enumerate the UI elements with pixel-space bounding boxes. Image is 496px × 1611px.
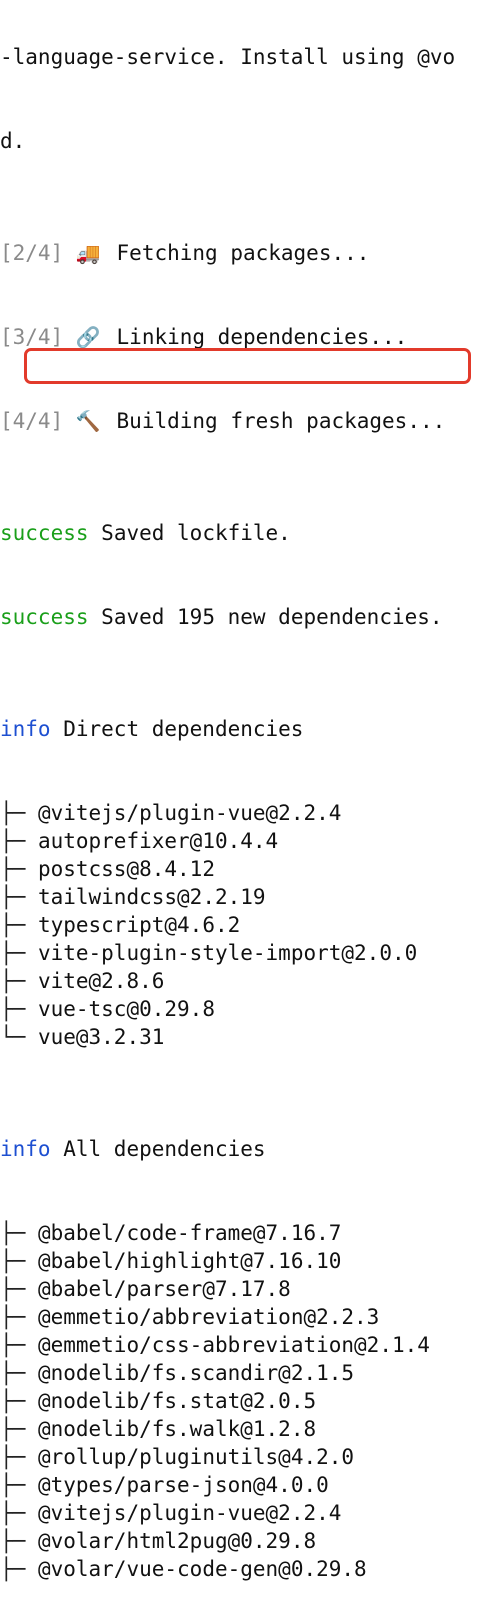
dependency-line: ├─ @nodelib/fs.stat@2.0.5 [0,1387,496,1415]
package-name: @rollup/pluginutils@4.2.0 [37,1445,355,1469]
package-name: @nodelib/fs.walk@1.2.8 [37,1417,317,1441]
tree-branch: ├─ [0,1501,26,1525]
tree-branch: ├─ [0,1529,26,1553]
tree-branch: ├─ [0,885,26,909]
package-name: vite@2.8.6 [37,969,165,993]
header-text: d. [0,129,26,153]
tree-branch: ├─ [0,1333,26,1357]
package-name: vue@3.2.31 [37,1025,165,1049]
step-text: Building fresh packages... [116,409,446,433]
package-name: @vitejs/plugin-vue@2.2.4 [37,801,342,825]
truck-icon: 🚚 [75,241,101,265]
tree-branch: ├─ [0,829,26,853]
step-counter: [4/4] [0,409,64,433]
tree-branch: ├─ [0,1445,26,1469]
info-text: Direct dependencies [63,717,304,741]
step-counter: [3/4] [0,325,64,349]
info-line-direct: info Direct dependencies [0,715,496,743]
info-tag: info [0,717,51,741]
package-name: @emmetio/abbreviation@2.2.3 [37,1305,380,1329]
header-line: d. [0,127,496,155]
tree-branch: ├─ [0,857,26,881]
link-icon: 🔗 [75,325,101,349]
package-name: @volar/vue-code-gen@0.29.8 [37,1557,367,1581]
package-name: @emmetio/css-abbreviation@2.1.4 [37,1333,430,1357]
step-counter: [2/4] [0,241,64,265]
package-name: vue-tsc@0.29.8 [37,997,215,1021]
tree-branch: ├─ [0,969,26,993]
info-text: All dependencies [63,1137,266,1161]
success-tag: success [0,521,89,545]
dependency-line: ├─ autoprefixer@10.4.4 [0,827,496,855]
info-line-all: info All dependencies [0,1135,496,1163]
tree-branch: ├─ [0,1557,26,1581]
dependency-line: ├─ @vitejs/plugin-vue@2.2.4 [0,799,496,827]
dependency-line: ├─ @volar/html2pug@0.29.8 [0,1527,496,1555]
success-text: Saved 195 new dependencies. [101,605,443,629]
step-line: [3/4] 🔗 Linking dependencies... [0,323,496,351]
package-name: @nodelib/fs.stat@2.0.5 [37,1389,317,1413]
tree-branch: ├─ [0,1417,26,1441]
dependency-line: ├─ @nodelib/fs.scandir@2.1.5 [0,1359,496,1387]
tree-branch: ├─ [0,1305,26,1329]
tree-branch: ├─ [0,913,26,937]
package-name: @vitejs/plugin-vue@2.2.4 [37,1501,342,1525]
dependency-line: ├─ @babel/code-frame@7.16.7 [0,1219,496,1247]
dependency-line: ├─ @emmetio/abbreviation@2.2.3 [0,1303,496,1331]
hammer-icon: 🔨 [75,409,101,433]
dependency-line: ├─ @vitejs/plugin-vue@2.2.4 [0,1499,496,1527]
tree-branch: └─ [0,1025,26,1049]
dependency-line: ├─ @babel/parser@7.17.8 [0,1275,496,1303]
package-name: @volar/html2pug@0.29.8 [37,1529,317,1553]
package-name: autoprefixer@10.4.4 [37,829,279,853]
success-line: success Saved 195 new dependencies. [0,603,496,631]
package-name: @nodelib/fs.scandir@2.1.5 [37,1361,355,1385]
dependency-line: ├─ @babel/highlight@7.16.10 [0,1247,496,1275]
header-text: -language-service. Install using @vo [0,45,456,69]
success-tag: success [0,605,89,629]
dependency-line: ├─ tailwindcss@2.2.19 [0,883,496,911]
direct-dependency-list: ├─ @vitejs/plugin-vue@2.2.4 ├─ autoprefix… [0,799,496,1051]
dependency-line: ├─ @rollup/pluginutils@4.2.0 [0,1443,496,1471]
tree-branch: ├─ [0,1249,26,1273]
all-dependency-list: ├─ @babel/code-frame@7.16.7 ├─ @babel/hig… [0,1219,496,1583]
tree-branch: ├─ [0,941,26,965]
tree-branch: ├─ [0,1473,26,1497]
package-name: postcss@8.4.12 [37,857,215,881]
tree-branch: ├─ [0,801,26,825]
tree-branch: ├─ [0,1389,26,1413]
step-line: [2/4] 🚚 Fetching packages... [0,239,496,267]
dependency-line: ├─ postcss@8.4.12 [0,855,496,883]
step-text: Linking dependencies... [116,325,408,349]
dependency-line: ├─ vue-tsc@0.29.8 [0,995,496,1023]
success-line: success Saved lockfile. [0,519,496,547]
package-name: tailwindcss@2.2.19 [37,885,266,909]
dependency-line: ├─ vite@2.8.6 [0,967,496,995]
package-name: @babel/code-frame@7.16.7 [37,1221,342,1245]
step-text: Fetching packages... [116,241,370,265]
dependency-line: ├─ @volar/vue-code-gen@0.29.8 [0,1555,496,1583]
dependency-line: └─ vue@3.2.31 [0,1023,496,1051]
tree-branch: ├─ [0,1277,26,1301]
dependency-line: ├─ @emmetio/css-abbreviation@2.1.4 [0,1331,496,1359]
header-line: -language-service. Install using @vo [0,43,496,71]
success-text: Saved lockfile. [101,521,291,545]
package-name: @types/parse-json@4.0.0 [37,1473,329,1497]
package-name: @babel/parser@7.17.8 [37,1277,291,1301]
package-name: typescript@4.6.2 [37,913,241,937]
tree-branch: ├─ [0,1221,26,1245]
dependency-line: ├─ vite-plugin-style-import@2.0.0 [0,939,496,967]
package-name: @babel/highlight@7.16.10 [37,1249,342,1273]
step-line: [4/4] 🔨 Building fresh packages... [0,407,496,435]
dependency-line: ├─ @nodelib/fs.walk@1.2.8 [0,1415,496,1443]
dependency-line: ├─ @types/parse-json@4.0.0 [0,1471,496,1499]
tree-branch: ├─ [0,1361,26,1385]
dependency-line: ├─ typescript@4.6.2 [0,911,496,939]
tree-branch: ├─ [0,997,26,1021]
terminal-output: -language-service. Install using @vo d. … [0,0,496,1611]
package-name: vite-plugin-style-import@2.0.0 [37,941,418,965]
info-tag: info [0,1137,51,1161]
